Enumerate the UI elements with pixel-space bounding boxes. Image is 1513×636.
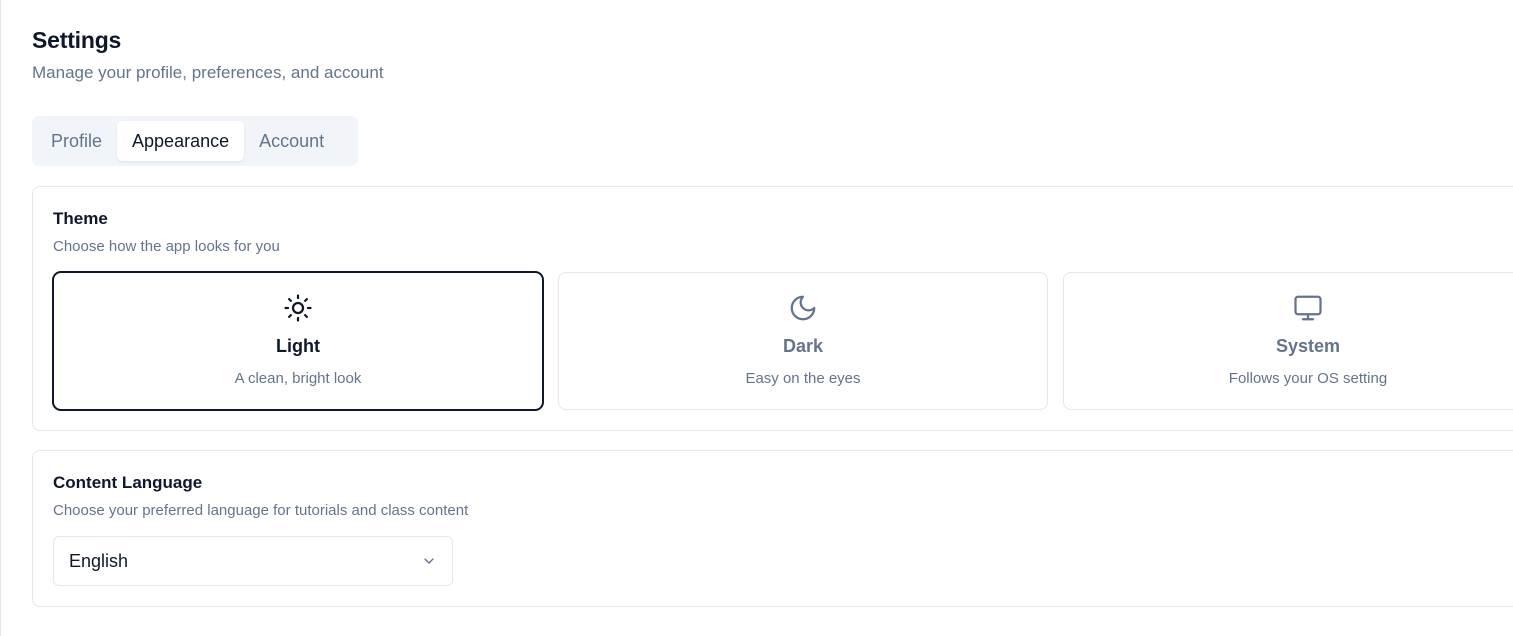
moon-icon xyxy=(788,293,818,323)
language-select[interactable]: English xyxy=(53,536,453,586)
page-subtitle: Manage your profile, preferences, and ac… xyxy=(32,63,384,82)
settings-tabs: Profile Appearance Account xyxy=(32,116,358,166)
chevron-down-icon xyxy=(421,553,437,569)
theme-option-description: Easy on the eyes xyxy=(745,370,861,387)
language-select-value: English xyxy=(69,550,129,571)
theme-card: Theme Choose how the app looks for you L… xyxy=(32,186,1513,431)
theme-option-name: System xyxy=(1275,336,1341,356)
tab-profile[interactable]: Profile xyxy=(36,121,117,161)
theme-option-system[interactable]: System Follows your OS setting xyxy=(1063,272,1513,410)
theme-option-name: Dark xyxy=(782,336,824,356)
tab-account[interactable]: Account xyxy=(244,121,339,161)
theme-description: Choose how the app looks for you xyxy=(53,238,280,255)
content-language-card: Content Language Choose your preferred l… xyxy=(32,450,1513,607)
theme-title: Theme xyxy=(53,209,108,228)
theme-option-description: A clean, bright look xyxy=(234,370,362,387)
content-language-title: Content Language xyxy=(53,473,203,492)
page-title: Settings xyxy=(32,27,122,53)
tab-appearance[interactable]: Appearance xyxy=(117,121,245,161)
content-language-description: Choose your preferred language for tutor… xyxy=(53,502,469,519)
theme-option-name: Light xyxy=(276,336,320,356)
sun-icon xyxy=(283,293,313,323)
theme-option-description: Follows your OS setting xyxy=(1228,370,1388,387)
theme-option-light[interactable]: Light A clean, bright look xyxy=(53,272,543,410)
theme-option-dark[interactable]: Dark Easy on the eyes xyxy=(558,272,1048,410)
monitor-icon xyxy=(1293,293,1323,323)
settings-page: Settings Manage your profile, preference… xyxy=(0,0,1513,636)
